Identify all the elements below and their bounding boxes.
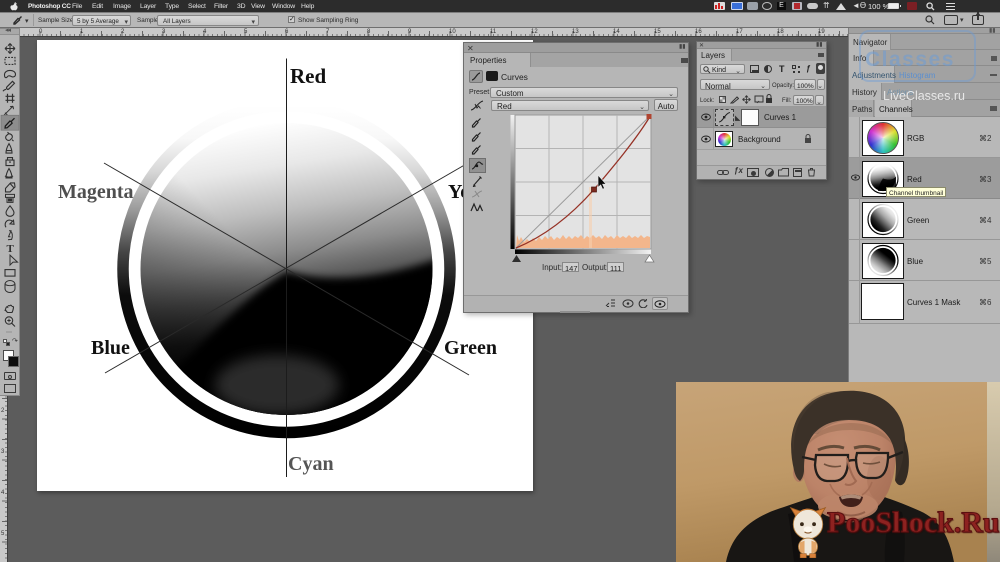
svg-text:Red: Red — [290, 64, 326, 88]
svg-text:Green: Green — [444, 337, 497, 359]
svg-text:Magenta: Magenta — [58, 181, 134, 203]
svg-text:Cyan: Cyan — [288, 453, 334, 475]
svg-text:T: T — [7, 243, 15, 255]
svg-text:Blue: Blue — [91, 337, 130, 359]
